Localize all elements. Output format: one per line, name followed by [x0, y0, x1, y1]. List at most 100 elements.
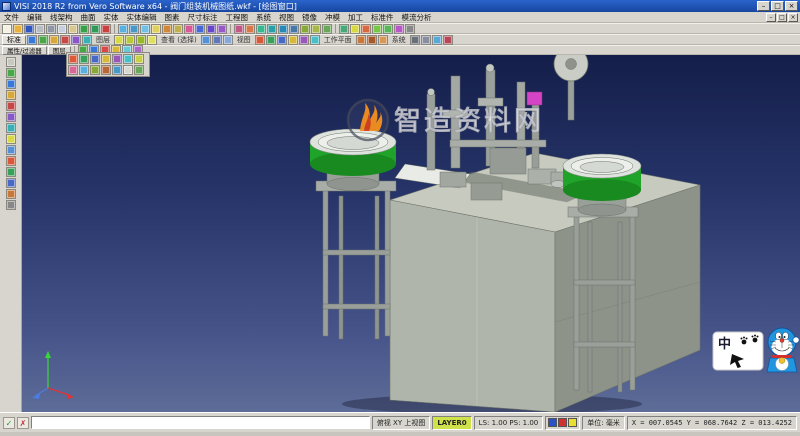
palette-tool-3-icon[interactable] — [101, 54, 111, 64]
views-2-icon[interactable] — [277, 35, 287, 45]
wcs-icon[interactable] — [361, 24, 371, 34]
system-1-icon[interactable] — [421, 35, 431, 45]
side-tool-8-icon[interactable] — [6, 145, 16, 155]
palette-tool-1-icon[interactable] — [79, 54, 89, 64]
menu-item-1[interactable]: 编辑 — [23, 12, 46, 23]
select-2-icon[interactable] — [223, 35, 233, 45]
active-layer[interactable]: LAYER0 — [432, 416, 471, 430]
layer-manager-icon[interactable] — [350, 24, 360, 34]
side-tool-7-icon[interactable] — [6, 134, 16, 144]
side-tool-10-icon[interactable] — [6, 167, 16, 177]
new-file-icon[interactable] — [2, 24, 12, 34]
menu-item-14[interactable]: 标准件 — [367, 12, 398, 23]
cut-icon[interactable] — [46, 24, 56, 34]
solid-icon[interactable] — [267, 24, 277, 34]
palette-tool-11-icon[interactable] — [112, 65, 122, 75]
views-3-icon[interactable] — [288, 35, 298, 45]
ime-sticker[interactable]: 中 — [712, 324, 800, 378]
select-1-icon[interactable] — [212, 35, 222, 45]
palette-tool-9-icon[interactable] — [90, 65, 100, 75]
side-tool-12-icon[interactable] — [6, 189, 16, 199]
zoom-out-icon[interactable] — [129, 24, 139, 34]
menu-item-8[interactable]: 工程图 — [222, 12, 253, 23]
child-close-button[interactable]: × — [788, 13, 798, 22]
system-0-icon[interactable] — [410, 35, 420, 45]
side-tool-11-icon[interactable] — [6, 178, 16, 188]
workplane-1-icon[interactable] — [367, 35, 377, 45]
menu-item-9[interactable]: 系统 — [252, 12, 275, 23]
menu-item-6[interactable]: 图素 — [161, 12, 184, 23]
ctx0-1-icon[interactable] — [38, 35, 48, 45]
child-minimize-button[interactable]: – — [766, 13, 776, 22]
view-orientation[interactable]: 俯视 XY 上视图 — [372, 416, 431, 430]
layers-1-icon[interactable] — [125, 35, 135, 45]
curve-icon[interactable] — [245, 24, 255, 34]
system-2-icon[interactable] — [432, 35, 442, 45]
side-tool-6-icon[interactable] — [6, 123, 16, 133]
palette-tool-4-icon[interactable] — [112, 54, 122, 64]
swatch-1-icon[interactable] — [558, 418, 567, 427]
ctx0-0-icon[interactable] — [27, 35, 37, 45]
menu-item-3[interactable]: 曲面 — [77, 12, 100, 23]
zoom-in-icon[interactable] — [118, 24, 128, 34]
menu-item-5[interactable]: 实体编辑 — [123, 12, 161, 23]
shell-icon[interactable] — [322, 24, 332, 34]
side-tool-0-icon[interactable] — [6, 57, 16, 67]
cancel-x-icon[interactable]: ✗ — [17, 417, 29, 429]
paste-icon[interactable] — [68, 24, 78, 34]
grid-icon[interactable] — [372, 24, 382, 34]
options-icon[interactable] — [405, 24, 415, 34]
palette-tool-7-icon[interactable] — [68, 65, 78, 75]
viewport-3d[interactable]: 智造资料网 — [22, 55, 800, 412]
swatch-2-icon[interactable] — [568, 418, 577, 427]
palette-tool-13-icon[interactable] — [134, 65, 144, 75]
palette-tool-2-icon[interactable] — [90, 54, 100, 64]
menu-item-15[interactable]: 模流分析 — [398, 12, 436, 23]
undo-icon[interactable] — [79, 24, 89, 34]
maximize-button[interactable]: □ — [771, 1, 784, 11]
menu-item-12[interactable]: 冲模 — [321, 12, 344, 23]
surface-icon[interactable] — [256, 24, 266, 34]
snap-icon[interactable] — [383, 24, 393, 34]
swatch-0-icon[interactable] — [548, 418, 557, 427]
menu-item-11[interactable]: 镜像 — [298, 12, 321, 23]
menu-item-7[interactable]: 尺寸标注 — [184, 12, 222, 23]
delete-icon[interactable] — [101, 24, 111, 34]
close-button[interactable]: × — [785, 1, 798, 11]
layers-3-icon[interactable] — [147, 35, 157, 45]
side-tool-13-icon[interactable] — [6, 200, 16, 210]
ctx0-3-icon[interactable] — [60, 35, 70, 45]
workplane-2-icon[interactable] — [378, 35, 388, 45]
open-folder-icon[interactable] — [13, 24, 23, 34]
ctx0-4-icon[interactable] — [71, 35, 81, 45]
tab-standard[interactable]: 标准 — [2, 35, 26, 45]
palette-tool-12-icon[interactable] — [123, 65, 133, 75]
pan-icon[interactable] — [151, 24, 161, 34]
point-icon[interactable] — [184, 24, 194, 34]
print-icon[interactable] — [35, 24, 45, 34]
rectangle-icon[interactable] — [234, 24, 244, 34]
extrude-icon[interactable] — [278, 24, 288, 34]
side-tool-3-icon[interactable] — [6, 90, 16, 100]
palette-tool-5-icon[interactable] — [123, 54, 133, 64]
chamfer-icon[interactable] — [311, 24, 321, 34]
menu-item-0[interactable]: 文件 — [0, 12, 23, 23]
arc-icon[interactable] — [206, 24, 216, 34]
ctx0-2-icon[interactable] — [49, 35, 59, 45]
menu-item-10[interactable]: 视图 — [275, 12, 298, 23]
revolve-icon[interactable] — [289, 24, 299, 34]
palette-tool-10-icon[interactable] — [101, 65, 111, 75]
views-5-icon[interactable] — [310, 35, 320, 45]
zoom-fit-icon[interactable] — [140, 24, 150, 34]
views-0-icon[interactable] — [255, 35, 265, 45]
palette-tool-6-icon[interactable] — [134, 54, 144, 64]
analysis-icon[interactable] — [394, 24, 404, 34]
save-icon[interactable] — [24, 24, 34, 34]
side-tool-2-icon[interactable] — [6, 79, 16, 89]
menu-item-4[interactable]: 实体 — [100, 12, 123, 23]
ime-card[interactable]: 中 — [713, 332, 763, 370]
measure-icon[interactable] — [173, 24, 183, 34]
bowl-feeder-left[interactable] — [310, 129, 396, 339]
confirm-check-icon[interactable]: ✓ — [3, 417, 15, 429]
ctx0-5-icon[interactable] — [82, 35, 92, 45]
